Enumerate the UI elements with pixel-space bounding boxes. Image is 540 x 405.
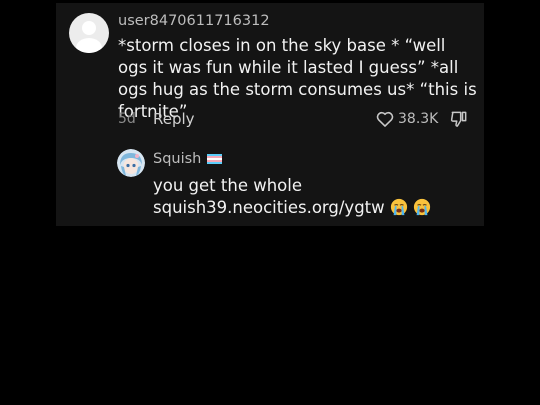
reply-avatar[interactable]: [117, 149, 145, 177]
loudly-crying-face-icon: [390, 198, 407, 216]
reply-text-body: you get the whole squish39.neocities.org…: [153, 176, 385, 217]
reply-text: you get the whole squish39.neocities.org…: [153, 175, 473, 219]
heart-outline-icon: [376, 111, 394, 127]
anime-avatar-icon: [117, 149, 145, 177]
trans-flag-icon: [207, 154, 223, 164]
thumbs-down-icon[interactable]: [449, 109, 469, 129]
comment-panel: user8470611716312 *storm closes in on th…: [56, 3, 484, 226]
reply-username[interactable]: Squish: [153, 151, 201, 167]
like-count: 38.3K: [398, 111, 439, 127]
like-button[interactable]: 38.3K: [375, 109, 438, 129]
comment-username[interactable]: user8470611716312: [118, 13, 270, 29]
reply-button[interactable]: Reply: [153, 110, 195, 128]
comment-age: 5d: [118, 111, 136, 127]
avatar-head: [82, 21, 96, 35]
default-user-icon[interactable]: [69, 13, 109, 53]
loudly-crying-face-icon: [414, 198, 431, 216]
reply-user-row: Squish: [153, 151, 223, 167]
avatar-shoulders: [76, 38, 102, 53]
